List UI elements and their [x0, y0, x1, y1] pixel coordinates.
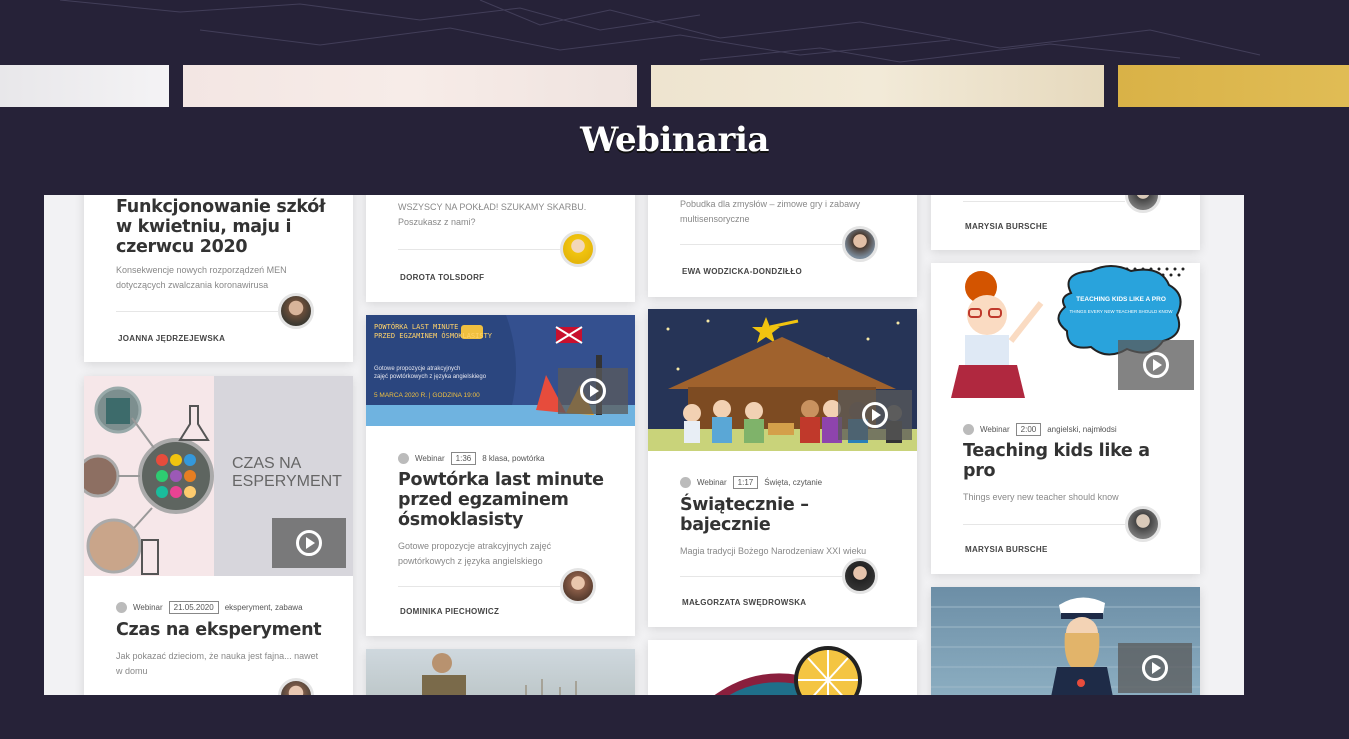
card-tags[interactable]: Święta, czytanie	[764, 478, 822, 487]
card-title[interactable]: Powtórka last minute przed egzaminem ósm…	[398, 470, 618, 530]
author-name[interactable]: MAŁGORZATA SWĘDROWSKA	[682, 598, 806, 607]
thumb-date: 5 MARCA 2020 R. | GODZINA 19:00	[374, 392, 480, 399]
card-description: Magia tradycji Bożego Narodzeniaw XXI wi…	[680, 546, 867, 556]
card-description: Things every new teacher should know	[963, 492, 1119, 502]
section-title: Webinaria	[580, 120, 769, 160]
play-button[interactable]	[1118, 643, 1192, 693]
decorative-texture	[59, 0, 1261, 63]
card-meta: Webinar 1:36 8 klasa, powtórka	[398, 452, 545, 465]
strip-photo[interactable]	[0, 65, 169, 107]
webinar-card[interactable]: WSZYSCY NA POKŁAD! SZUKAMY SKARBU. Poszu…	[366, 195, 635, 302]
webinar-card[interactable]	[648, 640, 917, 695]
author-name[interactable]: EWA WODZICKA-DONDZIŁŁO	[682, 267, 802, 276]
card-meta: Webinar 1:17 Święta, czytanie	[680, 476, 822, 489]
divider	[680, 244, 842, 245]
card-thumbnail[interactable]: CZAS NA ESPERYMENT	[84, 376, 353, 576]
play-icon	[1142, 655, 1168, 681]
webinar-card[interactable]: MARYSIA BURSCHE	[931, 195, 1200, 250]
card-description: Konsekwencje nowych rozporządzeń MEN dot…	[116, 265, 287, 290]
webinar-card[interactable]	[931, 587, 1200, 695]
divider	[398, 586, 560, 587]
webinar-card[interactable]: POWTÓRKA LAST MINUTE PRZED EGZAMINEM ÓSM…	[366, 315, 635, 636]
card-description: Gotowe propozycje atrakcyjnych zajęć pow…	[398, 541, 552, 566]
card-thumbnail[interactable]	[931, 587, 1200, 695]
card-description: WSZYSCY NA POKŁAD! SZUKAMY SKARBU. Poszu…	[398, 202, 587, 227]
card-description: Jak pokazać dzieciom, że nauka jest fajn…	[116, 651, 319, 676]
author-name[interactable]: JOANNA JĘDRZEJEWSKA	[118, 334, 225, 343]
thumbnail-illustration	[714, 646, 862, 695]
card-meta: Webinar 21.05.2020 eksperyment, zabawa	[116, 601, 303, 614]
card-thumbnail[interactable]: POWTÓRKA LAST MINUTE PRZED EGZAMINEM ÓSM…	[366, 315, 635, 426]
card-title[interactable]: Teaching kids like a pro	[963, 441, 1168, 481]
webinar-card[interactable]	[366, 649, 635, 695]
card-thumbnail[interactable]: TEACHING KIDS LIKE A PRO THINGS EVERY NE…	[931, 263, 1200, 408]
author-avatar[interactable]	[842, 558, 878, 594]
webinar-icon	[963, 424, 974, 435]
card-thumbnail[interactable]	[648, 309, 917, 451]
card-duration: 2:00	[1015, 423, 1042, 436]
photo-strip	[0, 65, 1349, 107]
webinar-icon	[116, 602, 127, 613]
author-name[interactable]: MARYSIA BURSCHE	[965, 545, 1048, 554]
play-icon	[580, 378, 606, 404]
author-name[interactable]: DOROTA TOLSDORF	[400, 273, 484, 282]
card-duration: 1:17	[732, 476, 759, 489]
webinar-card[interactable]: Webinar 1:17 Święta, czytanie Świąteczni…	[648, 309, 917, 627]
card-title[interactable]: Świątecznie – bajecznie	[680, 495, 860, 535]
play-icon	[1143, 352, 1169, 378]
card-category: Webinar	[415, 454, 445, 463]
play-icon	[296, 530, 322, 556]
webinar-card[interactable]: Pobudka dla zmysłów – zimowe gry i zabaw…	[648, 195, 917, 297]
card-category: Webinar	[133, 603, 163, 612]
author-avatar[interactable]	[560, 568, 596, 604]
divider	[398, 249, 560, 250]
webinar-grid: Funkcjonowanie szkół w kwietniu, maju i …	[44, 195, 1244, 695]
bubble-subtitle: THINGS EVERY NEW TEACHER SHOULD KNOW	[1069, 309, 1173, 314]
play-icon	[862, 402, 888, 428]
card-title[interactable]: Funkcjonowanie szkół w kwietniu, maju i …	[116, 197, 336, 257]
divider	[116, 311, 278, 312]
play-button[interactable]	[1118, 340, 1194, 390]
strip-photo[interactable]	[651, 65, 1104, 107]
card-thumbnail[interactable]	[366, 649, 635, 695]
strip-photo[interactable]	[1118, 65, 1349, 107]
webinar-icon	[680, 477, 691, 488]
card-tags[interactable]: angielski, najmłodsi	[1047, 425, 1116, 434]
author-avatar[interactable]	[842, 226, 878, 262]
thumb-title-line1: CZAS NA	[232, 455, 302, 472]
strip-photo[interactable]	[183, 65, 637, 107]
card-description: Pobudka dla zmysłów – zimowe gry i zabaw…	[680, 199, 861, 224]
card-title[interactable]: Czas na eksperyment	[116, 620, 336, 640]
bubble-title: TEACHING KIDS LIKE A PRO	[1076, 296, 1166, 303]
thumb-title-line2: ESPERYMENT	[232, 473, 342, 490]
divider	[680, 576, 842, 577]
card-duration: 1:36	[450, 452, 477, 465]
divider	[963, 524, 1125, 525]
author-name[interactable]: DOMINIKA PIECHOWICZ	[400, 607, 499, 616]
author-name[interactable]: MARYSIA BURSCHE	[965, 222, 1048, 231]
card-meta: Webinar 2:00 angielski, najmłodsi	[963, 423, 1117, 436]
card-tags[interactable]: 8 klasa, powtórka	[482, 454, 544, 463]
webinar-card[interactable]: TEACHING KIDS LIKE A PRO THINGS EVERY NE…	[931, 263, 1200, 574]
hero-band	[0, 0, 1349, 65]
card-date: 21.05.2020	[168, 601, 219, 614]
webinar-card[interactable]: CZAS NA ESPERYMENT Webinar 21.05.2020 ek…	[84, 376, 353, 695]
author-avatar[interactable]	[278, 293, 314, 329]
author-avatar[interactable]	[278, 678, 314, 695]
thumbnail-illustration	[422, 653, 577, 695]
webinar-icon	[398, 453, 409, 464]
author-avatar[interactable]	[560, 231, 596, 267]
play-button[interactable]	[558, 368, 628, 414]
webinar-card[interactable]: Funkcjonowanie szkół w kwietniu, maju i …	[84, 195, 353, 362]
author-avatar[interactable]	[1125, 195, 1161, 213]
card-thumbnail[interactable]	[648, 640, 917, 695]
card-category: Webinar	[980, 425, 1010, 434]
card-category: Webinar	[697, 478, 727, 487]
author-avatar[interactable]	[1125, 506, 1161, 542]
play-button[interactable]	[838, 390, 912, 440]
divider	[963, 201, 1125, 202]
play-button[interactable]	[272, 518, 346, 568]
card-tags[interactable]: eksperyment, zabawa	[225, 603, 303, 612]
